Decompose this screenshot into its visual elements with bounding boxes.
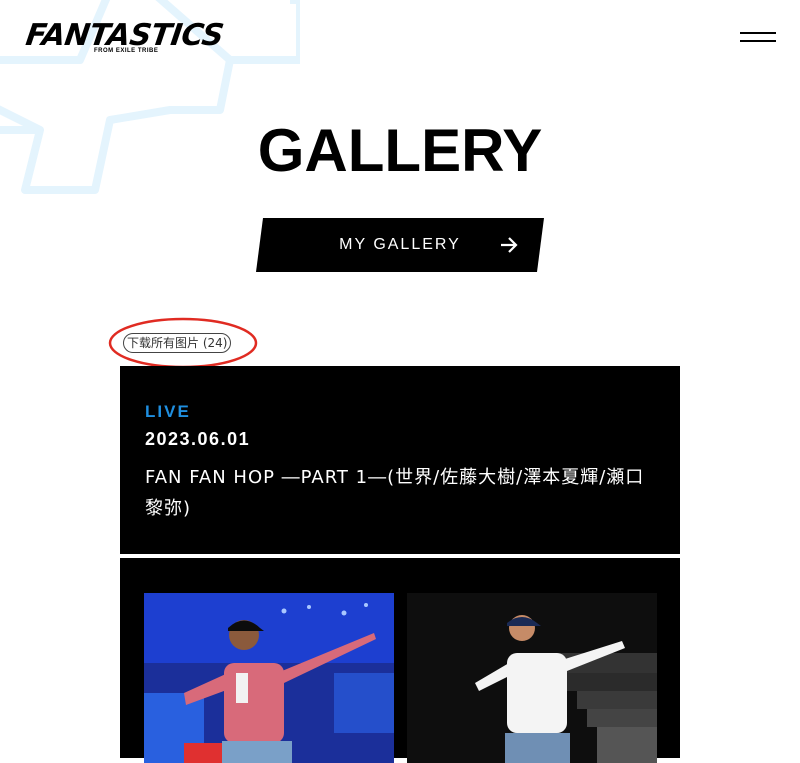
download-all-images-button[interactable]: 下载所有图片 (24) [123,333,232,353]
dancer-photo-white-shirt[interactable] [407,593,657,763]
logo-subtext: FROM EXILE TRIBE [94,48,159,54]
download-all-wrapper: 下载所有图片 (24) [108,316,258,370]
arrow-right-icon [501,237,518,253]
logo-wordmark: FANTASTICS [23,18,226,53]
item-title: FAN FAN HOP ―PART 1―(世界/佐藤大樹/澤本夏輝/瀬口黎弥) [145,467,645,519]
item-date: 2023.06.01 [145,429,251,449]
page-title: GALLERY [257,117,543,184]
my-gallery-button[interactable]: MY GALLERY [256,218,544,272]
photo-grid [120,558,680,763]
menu-line-bottom [740,40,776,42]
dancer-photo-colorful-shirt[interactable] [144,593,394,763]
gallery-item-card[interactable]: LIVE 2023.06.01 FAN FAN HOP ―PART 1―(世界/… [120,366,680,554]
menu-line-top [740,32,776,34]
category-label: LIVE [145,402,191,421]
brand-logo[interactable]: FANTASTICS FROM EXILE TRIBE [24,18,230,56]
hamburger-menu-icon[interactable] [740,30,776,46]
